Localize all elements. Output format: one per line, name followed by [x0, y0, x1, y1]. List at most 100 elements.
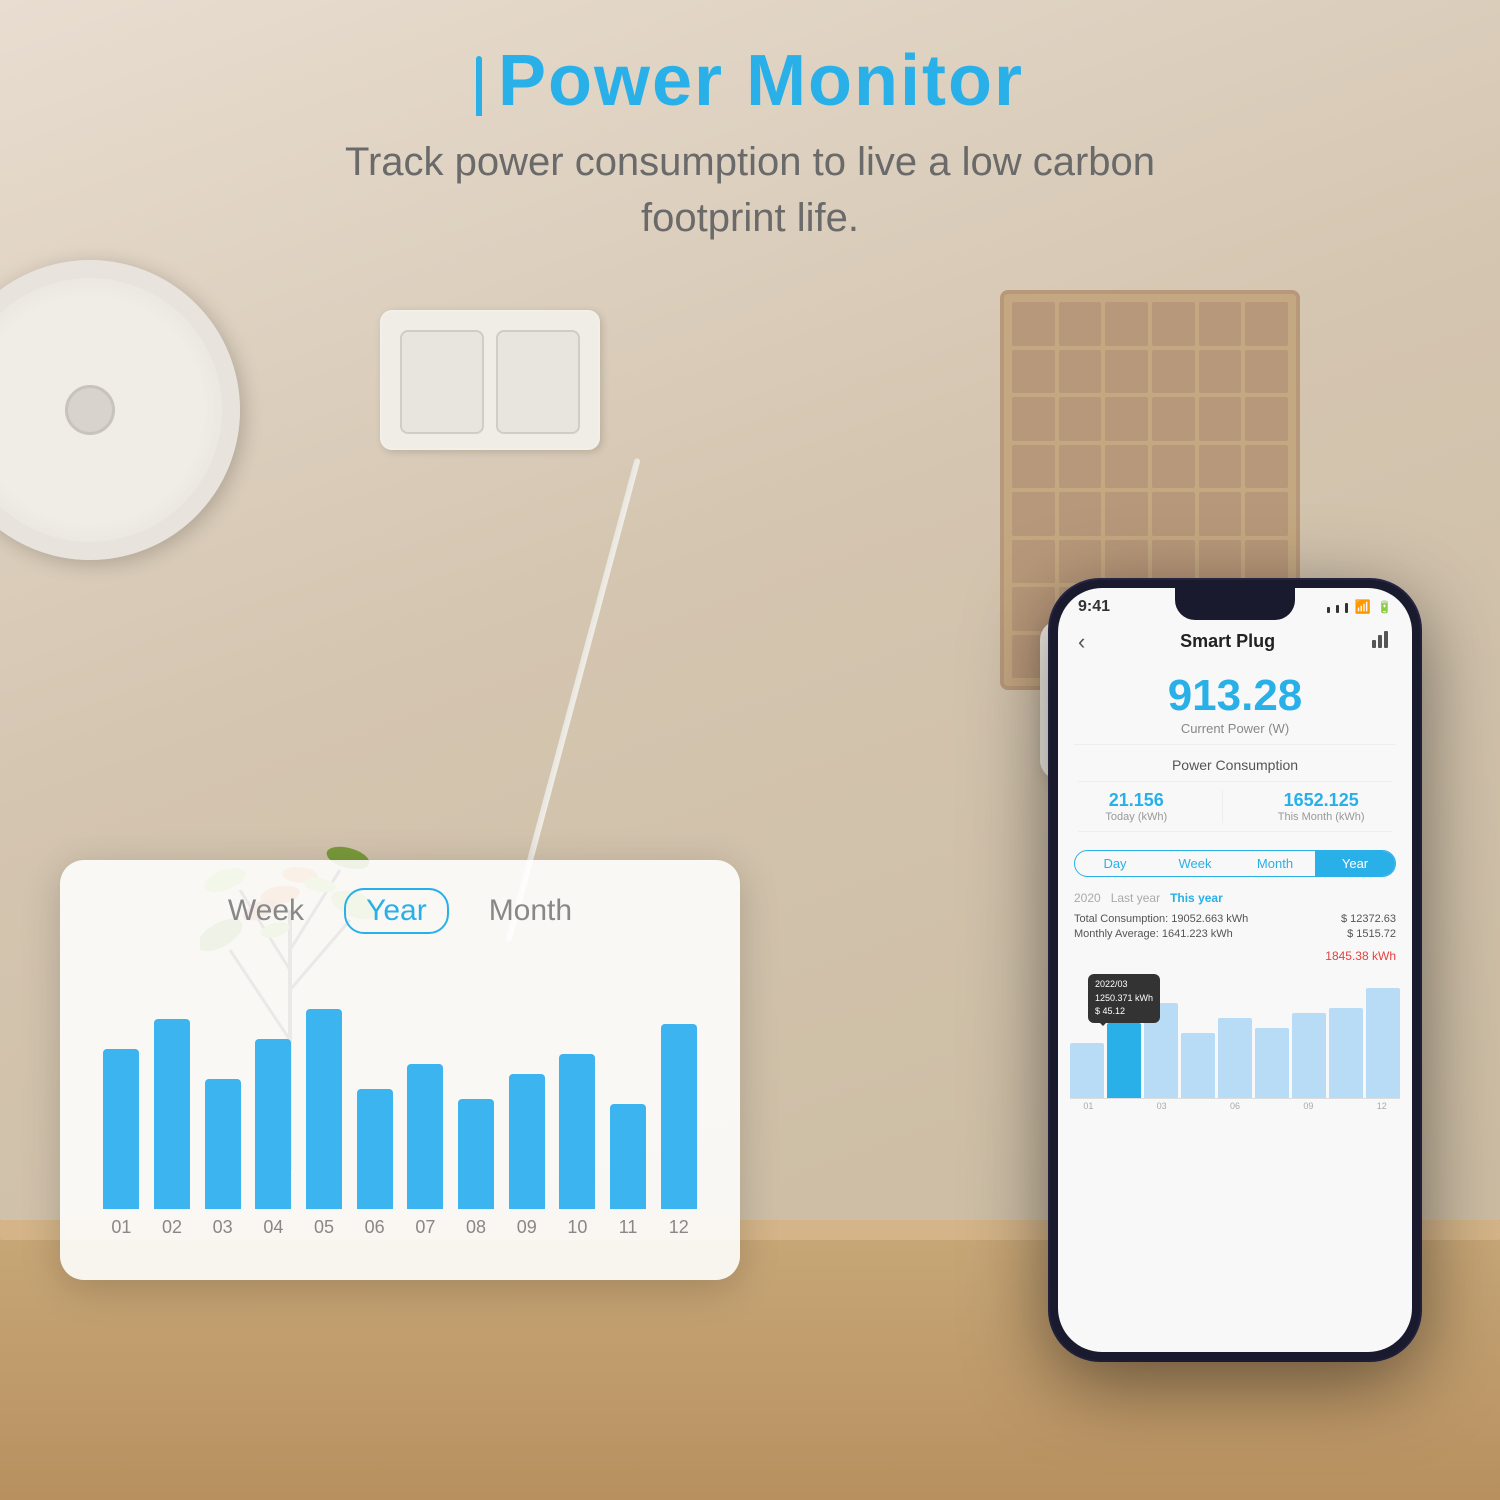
chart-bar[interactable]: [407, 1064, 443, 1209]
grid-cell: [1245, 350, 1288, 394]
chart-bar[interactable]: [458, 1099, 494, 1209]
tab-week[interactable]: Week: [1155, 851, 1235, 876]
tab-year[interactable]: Year: [344, 888, 449, 934]
bars-area: 010203040506070809101112: [92, 958, 708, 1238]
tab-day[interactable]: Day: [1075, 851, 1155, 876]
back-button[interactable]: ‹: [1078, 629, 1085, 655]
mini-bar-label: 09: [1290, 1101, 1327, 1111]
grid-cell: [1012, 540, 1055, 584]
stat-row-total: Total Consumption: 19052.663 kWh $ 12372…: [1074, 913, 1396, 925]
chart-bar[interactable]: [509, 1074, 545, 1209]
grid-cell: [1059, 540, 1102, 584]
bar-group: 04: [248, 1039, 299, 1238]
bar-label: 07: [415, 1217, 435, 1238]
mini-bar[interactable]: [1181, 1033, 1215, 1098]
chart-bar[interactable]: [306, 1009, 342, 1209]
bar-group: 10: [552, 1054, 603, 1238]
fan-center: [65, 385, 115, 435]
mini-bar[interactable]: [1366, 988, 1400, 1098]
chart-bar[interactable]: [205, 1079, 241, 1209]
bar-group: 05: [299, 1009, 350, 1238]
app-title: Smart Plug: [1180, 631, 1275, 652]
subtitle: Track power consumption to live a low ca…: [0, 134, 1500, 246]
power-value-area: 913.28 Current Power (W): [1058, 663, 1412, 740]
year-filter: 2020 Last year This year: [1058, 887, 1412, 909]
tooltip-date: 2022/03: [1095, 978, 1153, 992]
tab-month[interactable]: Month: [1235, 851, 1315, 876]
stat-total-label: Total Consumption: 19052.663 kWh: [1074, 913, 1248, 925]
mini-bar-labels: 0103060912: [1070, 1099, 1400, 1113]
grid-cell: [1012, 302, 1055, 346]
month-consumption: 1652.125 This Month (kWh): [1278, 790, 1365, 823]
chart-bar[interactable]: [255, 1039, 291, 1209]
year-last[interactable]: Last year: [1111, 891, 1160, 905]
month-label: This Month (kWh): [1278, 811, 1365, 823]
header-area: Power Monitor Track power consumption to…: [0, 40, 1500, 246]
mini-bar[interactable]: [1107, 1023, 1141, 1098]
mini-bar[interactable]: [1218, 1018, 1252, 1098]
grid-cell: [1245, 397, 1288, 441]
bar-group: 12: [653, 1024, 704, 1238]
grid-cell: [1059, 302, 1102, 346]
bar-group: 08: [451, 1099, 502, 1238]
chart-button[interactable]: [1370, 628, 1392, 655]
tooltip-kwh: 1250.371 kWh: [1095, 992, 1153, 1006]
stat-row-avg: Monthly Average: 1641.223 kWh $ 1515.72: [1074, 928, 1396, 940]
mini-bar-label: [1253, 1101, 1290, 1111]
phone-screen: 9:41 📶 🔋 ‹ Smart Plug: [1058, 588, 1412, 1352]
battery-icon: 🔋: [1377, 600, 1392, 614]
wifi-icon: 📶: [1355, 599, 1371, 615]
bar-label: 02: [162, 1217, 182, 1238]
mini-bar[interactable]: [1070, 1043, 1104, 1098]
tab-month[interactable]: Month: [489, 894, 572, 928]
bar-label: 08: [466, 1217, 486, 1238]
grid-cell: [1059, 445, 1102, 489]
year-this[interactable]: This year: [1170, 891, 1223, 905]
grid-cell: [1245, 492, 1288, 536]
consumption-row: 21.156 Today (kWh) 1652.125 This Month (…: [1078, 781, 1392, 832]
bar-label: 06: [365, 1217, 385, 1238]
mini-bar[interactable]: [1292, 1013, 1326, 1098]
month-value: 1652.125: [1278, 790, 1365, 811]
power-unit-label: Current Power (W): [1058, 721, 1412, 736]
chart-bar[interactable]: [103, 1049, 139, 1209]
mini-bar[interactable]: [1255, 1028, 1289, 1098]
mini-bar-label: [1327, 1101, 1364, 1111]
bar-label: 03: [213, 1217, 233, 1238]
bar-label: 01: [111, 1217, 131, 1238]
year-2020[interactable]: 2020: [1074, 891, 1101, 905]
grid-cell: [1199, 350, 1242, 394]
bar-label: 10: [567, 1217, 587, 1238]
grid-cell: [1105, 302, 1148, 346]
signal-icon: [1326, 601, 1349, 613]
bar-group: 11: [603, 1104, 654, 1238]
tab-week[interactable]: Week: [228, 894, 304, 928]
grid-cell: [1199, 445, 1242, 489]
stat-total-value: $ 12372.63: [1341, 913, 1396, 925]
grid-cell: [1105, 350, 1148, 394]
mini-bar[interactable]: [1329, 1008, 1363, 1098]
bar-group: 01: [96, 1049, 147, 1238]
bar-group: 06: [349, 1089, 400, 1238]
grid-cell: [1012, 492, 1055, 536]
mini-bar-label: 01: [1070, 1101, 1107, 1111]
grid-cell: [1245, 302, 1288, 346]
consumption-divider: [1222, 790, 1223, 823]
bar-label: 11: [619, 1217, 638, 1238]
grid-cell: [1059, 350, 1102, 394]
grid-cell: [1245, 445, 1288, 489]
max-badge: 1845.38 kWh: [1058, 947, 1412, 965]
main-title: Power Monitor: [0, 40, 1500, 122]
tab-year[interactable]: Year: [1315, 851, 1395, 876]
mini-bar-label: 03: [1143, 1101, 1180, 1111]
chart-bar[interactable]: [357, 1089, 393, 1209]
grid-cell: [1152, 445, 1195, 489]
chart-bar[interactable]: [610, 1104, 646, 1209]
grid-cell: [1059, 492, 1102, 536]
chart-bar[interactable]: [154, 1019, 190, 1209]
grid-cell: [1199, 492, 1242, 536]
grid-cell: [1199, 540, 1242, 584]
status-time: 9:41: [1078, 598, 1110, 616]
chart-bar[interactable]: [559, 1054, 595, 1209]
chart-bar[interactable]: [661, 1024, 697, 1209]
